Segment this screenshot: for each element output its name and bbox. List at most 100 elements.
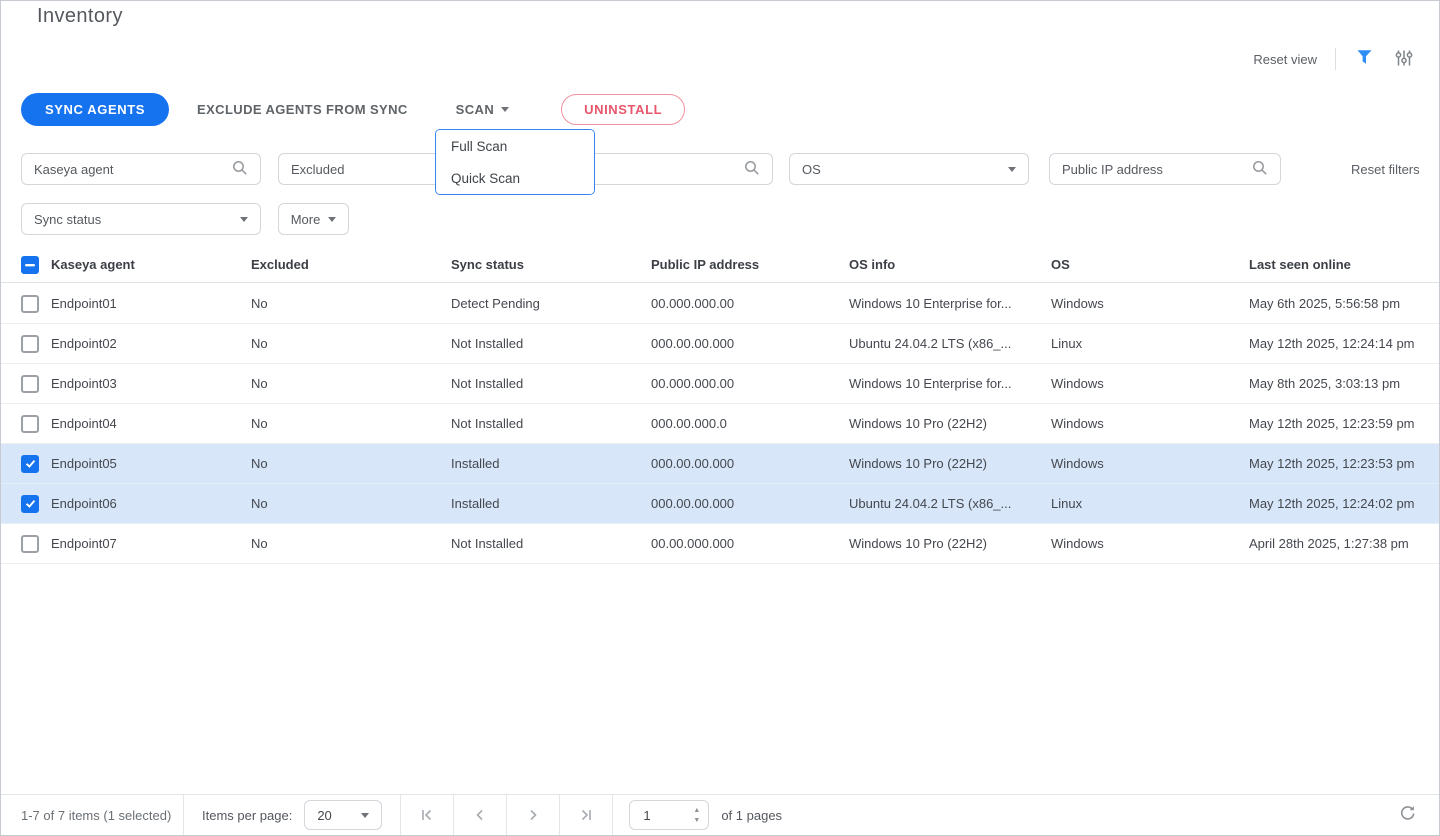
chevron-down-icon — [328, 217, 336, 222]
cell-last-seen: May 6th 2025, 5:56:58 pm — [1249, 296, 1440, 311]
table-row[interactable]: Endpoint03NoNot Installed00.000.000.00Wi… — [1, 364, 1440, 404]
cell-excluded: No — [251, 536, 451, 551]
table-row[interactable]: Endpoint05NoInstalled000.00.00.000Window… — [1, 444, 1440, 484]
cell-os: Windows — [1051, 376, 1249, 391]
last-page-cell — [560, 795, 613, 835]
cell-os-info: Windows 10 Enterprise for... — [849, 376, 1051, 391]
menu-item-full-scan[interactable]: Full Scan — [436, 130, 594, 162]
row-checkbox[interactable] — [21, 375, 39, 393]
page-decrement-button[interactable]: ▼ — [693, 817, 700, 824]
row-checkbox-cell — [1, 335, 51, 353]
scan-button[interactable]: SCAN — [456, 102, 509, 117]
column-header-os[interactable]: OS — [1051, 257, 1249, 272]
cell-os-info: Windows 10 Pro (22H2) — [849, 536, 1051, 551]
view-controls: Reset view — [1253, 46, 1415, 72]
column-header-os-info[interactable]: OS info — [849, 257, 1051, 272]
row-checkbox-cell — [1, 455, 51, 473]
cell-excluded: No — [251, 456, 451, 471]
items-per-page-label: Items per page: — [202, 808, 292, 823]
cell-public-ip: 000.00.000.0 — [651, 416, 849, 431]
cell-public-ip: 00.000.000.00 — [651, 376, 849, 391]
view-settings-button[interactable] — [1393, 47, 1415, 72]
uninstall-button[interactable]: UNINSTALL — [561, 94, 685, 125]
column-header-public-ip[interactable]: Public IP address — [651, 257, 849, 272]
page-title: Inventory — [37, 5, 123, 28]
scan-button-label: SCAN — [456, 102, 494, 117]
first-page-button[interactable] — [415, 803, 439, 827]
cell-kaseya-agent: Endpoint04 — [51, 416, 251, 431]
row-checkbox[interactable] — [21, 295, 39, 313]
exclude-agents-button[interactable]: EXCLUDE AGENTS FROM SYNC — [197, 102, 408, 117]
public-ip-search-field[interactable] — [1049, 153, 1281, 185]
column-header-excluded[interactable]: Excluded — [251, 257, 451, 272]
row-checkbox-cell — [1, 375, 51, 393]
chevron-down-icon — [1008, 167, 1016, 172]
cell-os: Linux — [1051, 496, 1249, 511]
table-body: Endpoint01NoDetect Pending00.000.000.00W… — [1, 284, 1440, 564]
table-row[interactable]: Endpoint02NoNot Installed000.00.00.000Ub… — [1, 324, 1440, 364]
os-select[interactable]: OS — [789, 153, 1029, 185]
row-checkbox[interactable] — [21, 495, 39, 513]
search-icon — [744, 160, 760, 179]
filter-funnel-button[interactable] — [1354, 47, 1375, 71]
reset-view-button[interactable]: Reset view — [1253, 52, 1317, 67]
table-row[interactable]: Endpoint07NoNot Installed00.00.000.000Wi… — [1, 524, 1440, 564]
table-row[interactable]: Endpoint06NoInstalled000.00.00.000Ubuntu… — [1, 484, 1440, 524]
cell-last-seen: May 12th 2025, 12:23:53 pm — [1249, 456, 1440, 471]
sync-status-select[interactable]: Sync status — [21, 203, 261, 235]
cell-sync-status: Not Installed — [451, 376, 651, 391]
menu-item-quick-scan[interactable]: Quick Scan — [436, 162, 594, 194]
more-filters-label: More — [291, 212, 321, 227]
kaseya-agent-search-input[interactable] — [34, 162, 232, 177]
column-header-kaseya-agent[interactable]: Kaseya agent — [51, 257, 251, 272]
row-checkbox[interactable] — [21, 415, 39, 433]
items-per-page-select[interactable]: 20 — [304, 800, 382, 830]
pages-total-label: of 1 pages — [721, 808, 782, 823]
cell-excluded: No — [251, 336, 451, 351]
row-checkbox[interactable] — [21, 535, 39, 553]
column-header-last-seen[interactable]: Last seen online — [1249, 257, 1440, 272]
kaseya-agent-search-field[interactable] — [21, 153, 261, 185]
cell-public-ip: 000.00.00.000 — [651, 456, 849, 471]
scan-dropdown-menu: Full Scan Quick Scan — [435, 129, 595, 195]
last-page-button[interactable] — [574, 803, 598, 827]
next-page-button[interactable] — [521, 803, 545, 827]
cell-kaseya-agent: Endpoint03 — [51, 376, 251, 391]
funnel-icon — [1356, 49, 1373, 69]
table-header: Kaseya agent Excluded Sync status Public… — [1, 247, 1440, 283]
prev-page-cell — [454, 795, 507, 835]
cell-os-info: Ubuntu 24.04.2 LTS (x86_... — [849, 496, 1051, 511]
cell-kaseya-agent: Endpoint05 — [51, 456, 251, 471]
inventory-page: Inventory Reset view SYNC AGENTS EXCLUDE… — [0, 0, 1440, 836]
divider — [1335, 48, 1336, 70]
prev-page-button[interactable] — [468, 803, 492, 827]
table-row[interactable]: Endpoint04NoNot Installed000.00.000.0Win… — [1, 404, 1440, 444]
cell-os-info: Windows 10 Pro (22H2) — [849, 456, 1051, 471]
cell-kaseya-agent: Endpoint06 — [51, 496, 251, 511]
cell-sync-status: Not Installed — [451, 336, 651, 351]
column-header-sync-status[interactable]: Sync status — [451, 257, 651, 272]
more-filters-button[interactable]: More — [278, 203, 349, 235]
refresh-button[interactable] — [1396, 802, 1419, 828]
pagination-footer: 1-7 of 7 items (1 selected) Items per pa… — [1, 794, 1439, 835]
page-increment-button[interactable]: ▲ — [693, 807, 700, 814]
row-checkbox-cell — [1, 415, 51, 433]
row-checkbox[interactable] — [21, 455, 39, 473]
cell-os-info: Windows 10 Pro (22H2) — [849, 416, 1051, 431]
search-icon — [232, 160, 248, 179]
search-icon — [1252, 160, 1268, 179]
sync-agents-button[interactable]: SYNC AGENTS — [21, 93, 169, 126]
cell-excluded: No — [251, 416, 451, 431]
cell-kaseya-agent: Endpoint02 — [51, 336, 251, 351]
table-row[interactable]: Endpoint01NoDetect Pending00.000.000.00W… — [1, 284, 1440, 324]
first-page-cell — [401, 795, 454, 835]
reset-filters-button[interactable]: Reset filters — [1351, 162, 1420, 177]
row-checkbox-cell — [1, 495, 51, 513]
items-per-page-value: 20 — [317, 808, 331, 823]
public-ip-search-input[interactable] — [1062, 162, 1252, 177]
row-checkbox[interactable] — [21, 335, 39, 353]
row-checkbox-cell — [1, 535, 51, 553]
page-number-input[interactable] — [630, 808, 674, 823]
cell-os: Windows — [1051, 456, 1249, 471]
select-all-checkbox[interactable] — [21, 256, 39, 274]
